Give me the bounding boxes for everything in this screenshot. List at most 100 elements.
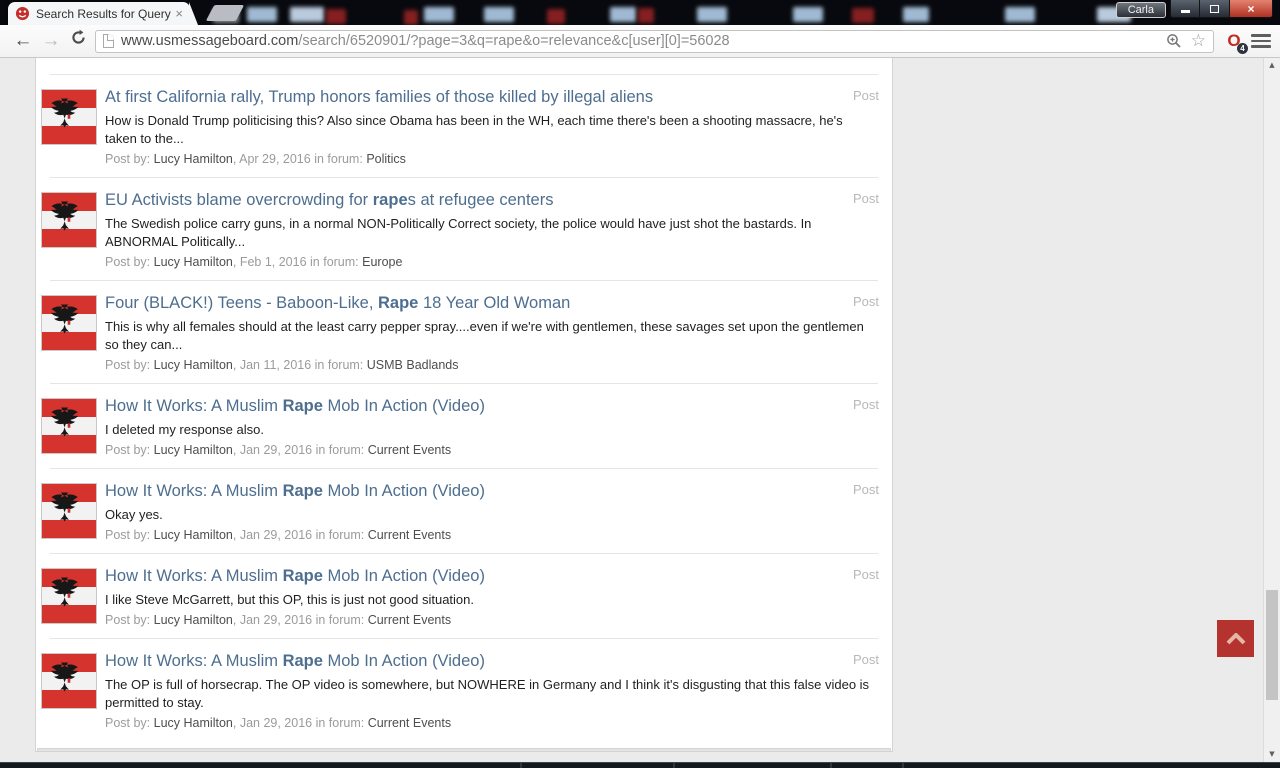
result-author[interactable]: Lucy Hamilton (154, 152, 233, 166)
close-button[interactable]: × (1229, 0, 1273, 18)
url-domain: www.usmessageboard.com (121, 33, 299, 49)
result-snippet: Okay yes. (105, 507, 163, 522)
menu-icon[interactable] (1251, 34, 1271, 48)
background-window-thumbnail (547, 9, 565, 24)
bookmark-star-icon[interactable]: ☆ (1191, 32, 1206, 50)
reload-button[interactable] (65, 27, 91, 55)
tab-close-icon[interactable]: × (175, 7, 183, 20)
forward-button[interactable]: → (37, 27, 65, 55)
in-forum-label: in forum: (315, 528, 365, 542)
user-avatar[interactable] (41, 192, 97, 248)
result-title-link[interactable]: Four (BLACK!) Teens - Baboon-Like, Rape … (105, 292, 882, 314)
post-by-label: Post by: (105, 255, 151, 269)
result-type-label: Post (852, 397, 879, 412)
eagle-emblem-icon (50, 407, 79, 437)
address-bar[interactable]: www.usmessageboard.com/search/6520901/?p… (95, 29, 1214, 53)
search-result-row: How It Works: A Muslim Rape Mob In Actio… (36, 554, 892, 638)
result-forum[interactable]: Current Events (368, 443, 451, 457)
eagle-emblem-icon (50, 492, 79, 522)
result-author[interactable]: Lucy Hamilton (154, 255, 233, 269)
result-author[interactable]: Lucy Hamilton (154, 613, 233, 627)
result-date: Jan 29, 2016 (239, 613, 316, 627)
result-forum[interactable]: Europe (362, 255, 402, 269)
post-by-label: Post by: (105, 443, 151, 457)
eagle-emblem-icon (50, 577, 79, 607)
result-forum[interactable]: Politics (366, 152, 406, 166)
result-snippet: I like Steve McGarrett, but this OP, thi… (105, 592, 474, 607)
previous-row-remnant (36, 58, 892, 74)
scrollbar-thumb[interactable] (1266, 590, 1278, 700)
windows-taskbar[interactable] (0, 762, 1280, 768)
maximize-button[interactable] (1200, 0, 1229, 18)
result-forum[interactable]: USMB Badlands (367, 358, 459, 372)
profile-button[interactable]: Carla (1115, 2, 1166, 18)
post-by-label: Post by: (105, 358, 151, 372)
user-avatar[interactable] (41, 89, 97, 145)
background-window-thumbnail (290, 7, 324, 22)
result-snippet: This is why all females should at the le… (105, 319, 864, 352)
scrollbar-down-arrow[interactable]: ▼ (1264, 747, 1280, 762)
page-viewport: At first California rally, Trump honors … (0, 58, 1280, 762)
background-window-thumbnail (852, 8, 874, 23)
close-icon: × (1247, 1, 1255, 16)
url-text[interactable]: www.usmessageboard.com/search/6520901/?p… (121, 33, 1160, 49)
post-by-label: Post by: (105, 716, 151, 730)
result-date: Jan 29, 2016 (239, 443, 316, 457)
result-author[interactable]: Lucy Hamilton (154, 443, 233, 457)
site-favicon-icon (15, 6, 30, 21)
result-forum[interactable]: Current Events (368, 613, 451, 627)
post-by-label: Post by: (105, 528, 151, 542)
zoom-in-icon[interactable] (1166, 33, 1182, 49)
restore-icon (1210, 4, 1219, 13)
result-title-link[interactable]: How It Works: A Muslim Rape Mob In Actio… (105, 480, 882, 502)
user-avatar[interactable] (41, 295, 97, 351)
back-button[interactable]: ← (9, 27, 37, 55)
result-title-link[interactable]: How It Works: A Muslim Rape Mob In Actio… (105, 565, 882, 587)
result-forum[interactable]: Current Events (368, 716, 451, 730)
result-title-link[interactable]: EU Activists blame overcrowding for rape… (105, 189, 882, 211)
results-list: At first California rally, Trump honors … (36, 74, 892, 741)
result-meta: Post by: Lucy Hamilton, Jan 29, 2016 in … (105, 443, 452, 457)
background-window-thumbnail (903, 7, 929, 22)
next-page-button[interactable]: Next > (831, 751, 877, 752)
minimize-button[interactable] (1170, 0, 1200, 18)
result-meta: Post by: Lucy Hamilton, Jan 29, 2016 in … (105, 613, 452, 627)
result-type-label: Post (852, 652, 879, 667)
scrollbar-up-arrow[interactable]: ▲ (1264, 58, 1280, 73)
reload-icon (71, 29, 85, 44)
result-date: Jan 29, 2016 (239, 716, 316, 730)
result-date: Feb 1, 2016 (239, 255, 311, 269)
search-result-row: How It Works: A Muslim Rape Mob In Actio… (36, 469, 892, 553)
result-title-link[interactable]: At first California rally, Trump honors … (105, 86, 882, 108)
browser-toolbar: ← → www.usmessageboard.com/search/652090… (0, 25, 1280, 58)
background-window-thumbnail (697, 7, 727, 22)
result-date: Jan 29, 2016 (239, 528, 316, 542)
page-scrollbar[interactable]: ▲ ▼ (1263, 58, 1280, 762)
search-result-row: EU Activists blame overcrowding for rape… (36, 178, 892, 280)
user-avatar[interactable] (41, 483, 97, 539)
in-forum-label: in forum: (315, 613, 365, 627)
background-window-thumbnail (1005, 7, 1035, 22)
result-forum[interactable]: Current Events (368, 528, 451, 542)
result-date: Apr 29, 2016 (239, 152, 315, 166)
result-title-link[interactable]: How It Works: A Muslim Rape Mob In Actio… (105, 395, 882, 417)
window-controls: × (1170, 0, 1273, 18)
result-author[interactable]: Lucy Hamilton (154, 358, 233, 372)
post-by-label: Post by: (105, 613, 151, 627)
result-title-link[interactable]: How It Works: A Muslim Rape Mob In Actio… (105, 650, 882, 672)
user-avatar[interactable] (41, 653, 97, 709)
result-author[interactable]: Lucy Hamilton (154, 716, 233, 730)
search-result-row: How It Works: A Muslim Rape Mob In Actio… (36, 384, 892, 468)
page-icon (103, 34, 114, 48)
browser-tab[interactable]: Search Results for Query: × (8, 2, 198, 25)
in-forum-label: in forum: (315, 716, 365, 730)
result-type-label: Post (852, 88, 879, 103)
background-window-thumbnail (484, 7, 514, 22)
in-forum-label: in forum: (315, 443, 365, 457)
user-avatar[interactable] (41, 398, 97, 454)
scroll-to-top-button[interactable] (1217, 620, 1254, 657)
result-date: Jan 11, 2016 (239, 358, 315, 372)
user-avatar[interactable] (41, 568, 97, 624)
extension-icon[interactable]: O4 (1221, 31, 1248, 54)
result-author[interactable]: Lucy Hamilton (154, 528, 233, 542)
